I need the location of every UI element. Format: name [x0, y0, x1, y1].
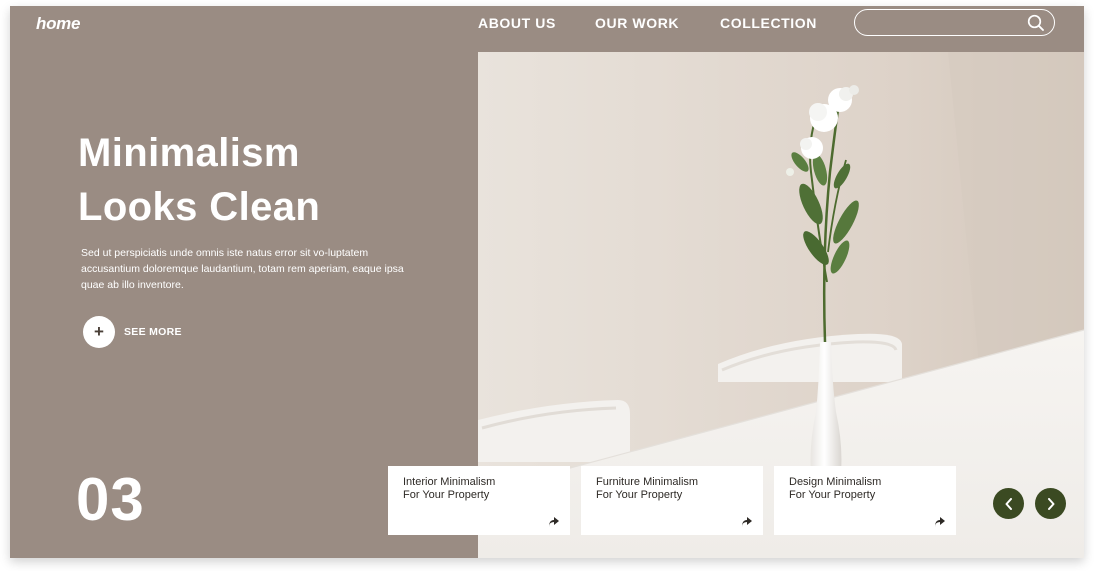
card-subtitle: For Your Property	[596, 489, 683, 501]
card-interior[interactable]: Interior Minimalism For Your Property	[388, 466, 570, 535]
prev-button[interactable]	[993, 488, 1024, 519]
page-frame: home ABOUT US OUR WORK COLLECTION Minima…	[10, 6, 1084, 558]
search-input[interactable]	[869, 14, 1023, 32]
see-more-button[interactable]: + SEE MORE	[83, 316, 182, 348]
see-more-label: SEE MORE	[124, 326, 182, 338]
chevron-left-icon	[1005, 497, 1012, 510]
card-title: Furniture Minimalism	[596, 476, 699, 488]
card-title: Design Minimalism	[789, 476, 882, 488]
nav-our-work[interactable]: OUR WORK	[595, 15, 679, 31]
chevron-right-icon	[1047, 497, 1054, 510]
next-button[interactable]	[1035, 488, 1066, 519]
nav-collection[interactable]: COLLECTION	[720, 15, 817, 31]
hero-description: Sed ut perspiciatis unde omnis iste natu…	[81, 247, 404, 291]
hero-headline: Minimalism Looks Clean	[78, 126, 320, 234]
hero-headline-line1: Minimalism	[78, 131, 300, 175]
logo[interactable]: home	[36, 14, 80, 34]
card-subtitle: For Your Property	[789, 489, 876, 501]
slide-number: 03	[76, 466, 145, 533]
share-arrow-icon[interactable]	[934, 517, 946, 528]
search-bar	[854, 9, 1055, 36]
hero-headline-line2: Looks Clean	[78, 185, 321, 229]
card-design[interactable]: Design Minimalism For Your Property	[774, 466, 956, 535]
share-arrow-icon[interactable]	[548, 517, 560, 528]
card-title: Interior Minimalism	[403, 476, 496, 488]
search-icon[interactable]	[1026, 13, 1046, 33]
plus-icon: +	[83, 316, 115, 348]
nav-about-us[interactable]: ABOUT US	[478, 15, 556, 31]
share-arrow-icon[interactable]	[741, 517, 753, 528]
card-subtitle: For Your Property	[403, 489, 490, 501]
card-furniture[interactable]: Furniture Minimalism For Your Property	[581, 466, 763, 535]
